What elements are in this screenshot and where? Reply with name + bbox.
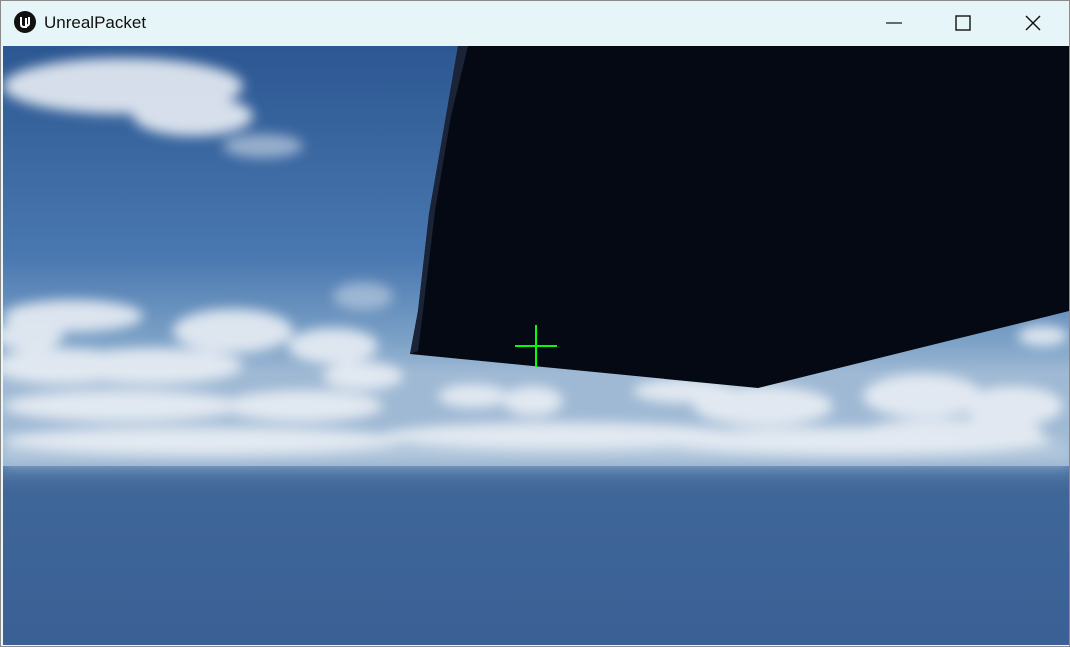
game-viewport[interactable] — [3, 46, 1069, 645]
unreal-engine-logo-icon — [14, 11, 36, 33]
app-window: UnrealPacket — [0, 0, 1070, 647]
ground-plane — [3, 466, 1069, 645]
maximize-icon — [955, 15, 971, 31]
close-button[interactable] — [998, 1, 1068, 45]
window-title: UnrealPacket — [44, 13, 147, 32]
close-icon — [1025, 15, 1041, 31]
title-bar[interactable]: UnrealPacket — [1, 1, 1069, 45]
maximize-button[interactable] — [928, 1, 998, 45]
minimize-button[interactable] — [859, 1, 929, 45]
minimize-icon — [886, 22, 902, 24]
